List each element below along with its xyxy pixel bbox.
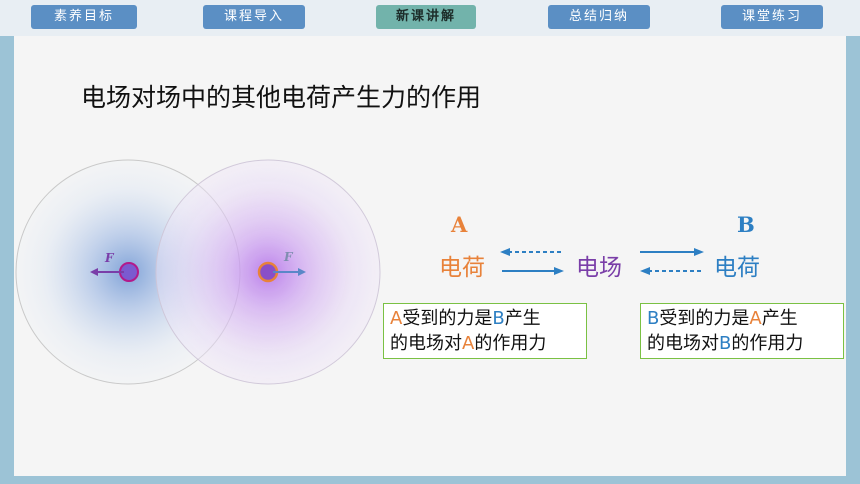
box-b-part7: 的作用力 (731, 333, 804, 354)
solid-arrow-field-to-b-head (694, 248, 704, 256)
solid-arrow-a-to-field-head (554, 267, 564, 275)
box-a-part7: 的作用力 (474, 333, 547, 354)
box-a-part4: 产生 (504, 308, 541, 329)
box-b-part3: A (749, 308, 762, 329)
dashed-arrow-b-to-field-head (640, 267, 650, 275)
explanation-box-a: A受到的力是B产生 的电场对A的作用力 (383, 303, 587, 359)
box-a-part2: 受到的力是 (402, 308, 493, 329)
box-a-part3: B (492, 308, 505, 329)
box-a-part6: A (462, 333, 475, 354)
box-a-part1: A (390, 308, 403, 329)
field-word: 电场 (576, 255, 622, 281)
box-b-part2: 受到的力是 (659, 308, 750, 329)
field-diagram (15, 159, 704, 385)
force-label-left: F (105, 251, 114, 265)
box-b-part5: 的电场对 (647, 333, 719, 354)
box-b-part4: 产生 (761, 308, 798, 329)
charge-a-word: 电荷 (439, 255, 485, 281)
label-b: B (737, 212, 755, 237)
box-b-part6: B (719, 333, 732, 354)
force-label-right: F (284, 250, 293, 264)
label-a: A (451, 212, 468, 237)
box-a-part5: 的电场对 (390, 333, 462, 354)
box-b-part1: B (647, 308, 660, 329)
dashed-arrow-field-to-a-head (500, 248, 510, 256)
explanation-box-b: B受到的力是A产生 的电场对B的作用力 (640, 303, 844, 359)
charge-b-word: 电荷 (714, 255, 760, 281)
